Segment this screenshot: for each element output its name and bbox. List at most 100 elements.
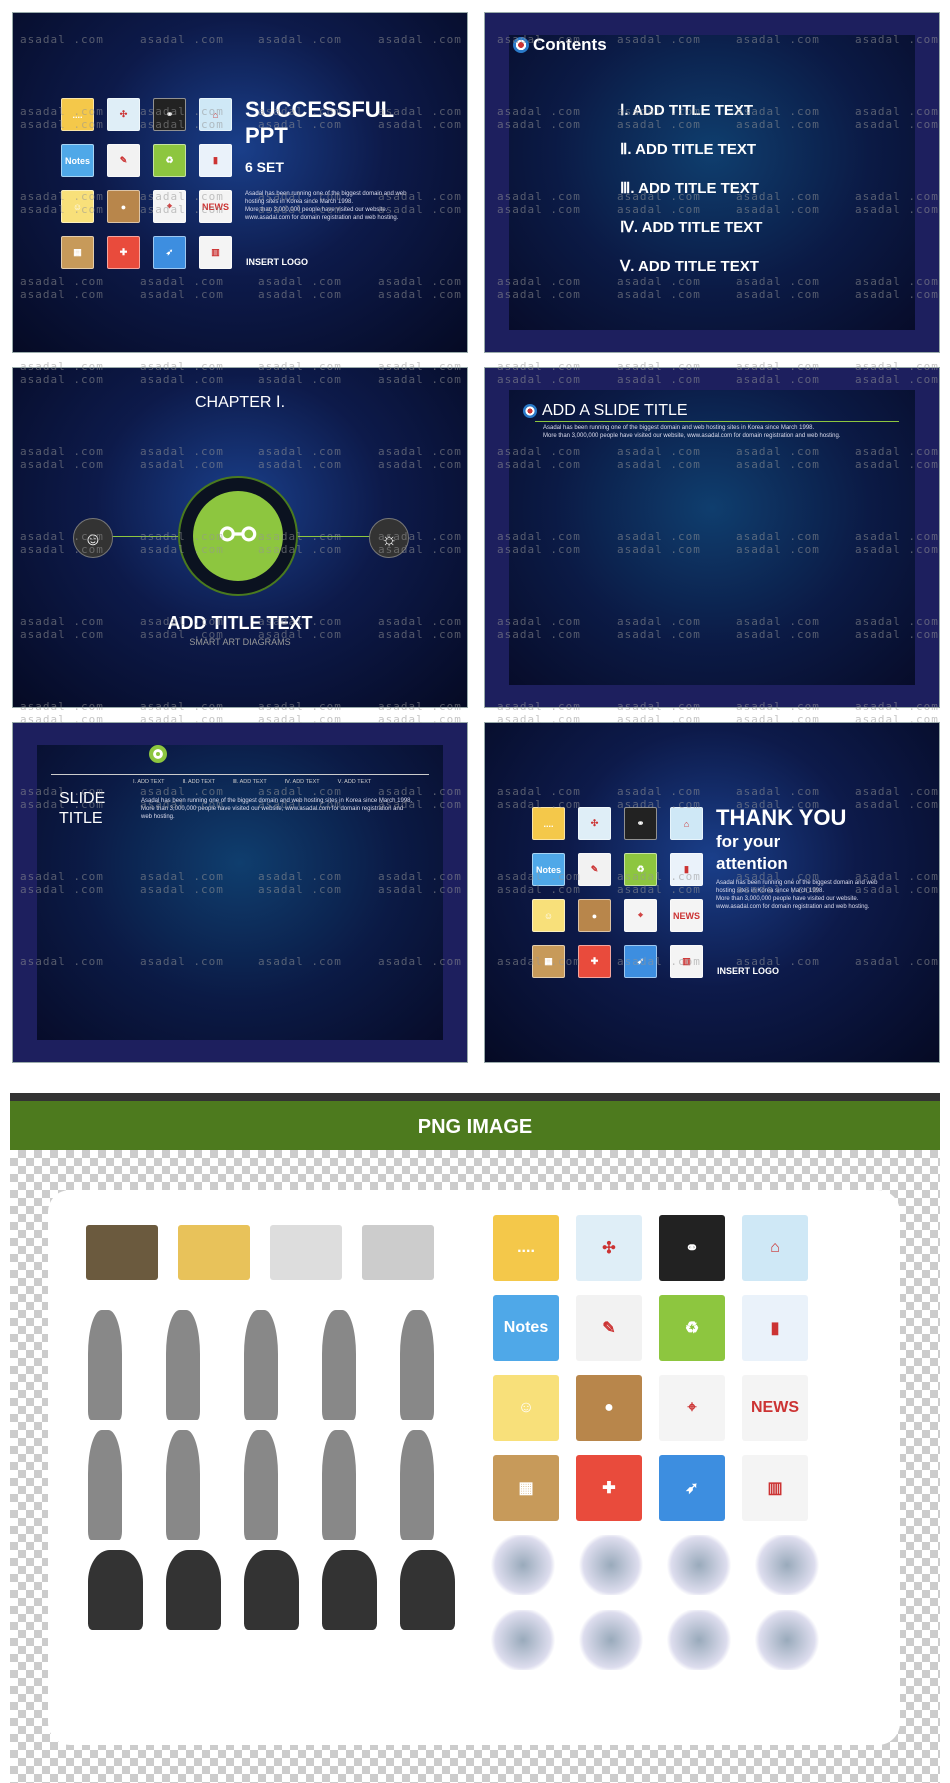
education-scroll-icon [270, 1225, 342, 1280]
notes-icon: Notes [532, 853, 565, 886]
contents-item[interactable]: Ⅰ. ADD TITLE TEXT [620, 91, 762, 130]
person-speech-icon: ☺ [73, 518, 113, 558]
map-icon: ⌖ [153, 190, 186, 223]
businessman-silhouette-icon [322, 1310, 356, 1420]
icon-grid: .... ✣ ⚭ ⌂ Notes ✎ ♻ ▮ ☺ ● ⌖ NEWS ▦ ✚ ➶ ▥ [532, 807, 703, 978]
compass-icon: ➶ [624, 945, 657, 978]
sticky-note-smiley-icon: ☺ [493, 1375, 559, 1441]
open-book-icon [488, 1610, 558, 1670]
body-text: Asadal has been running one of the bigge… [716, 880, 878, 910]
slide-heading: THANK YOU [716, 805, 847, 830]
faq-chalkboard-icon [86, 1225, 158, 1280]
businessman-silhouette-icon [400, 1310, 434, 1420]
businessman-silhouette-icon [400, 1430, 434, 1540]
slide-heading: ADD TITLE TEXT [167, 613, 313, 633]
house-icon: ⌂ [199, 98, 232, 131]
subheading: for your attention [716, 832, 788, 873]
contents-item[interactable]: Ⅴ. ADD TITLE TEXT [620, 247, 762, 286]
bar-chart-medal-icon: ▥ [670, 945, 703, 978]
timeline-step[interactable]: Ⅲ. ADD TEXT [233, 779, 267, 785]
book-alarm-clock-icon [362, 1225, 434, 1280]
bookshelf-icon: ▦ [493, 1455, 559, 1521]
compass-icon: ➶ [659, 1455, 725, 1521]
house-icon: ⌂ [742, 1215, 808, 1281]
subtitle: SMART ART DIAGRAMS [189, 637, 291, 647]
lightbulb-globe-icon [664, 1610, 734, 1670]
slide-contents[interactable]: Contents Ⅰ. ADD TITLE TEXT Ⅱ. ADD TITLE T… [484, 12, 940, 353]
notes-icon: Notes [61, 144, 94, 177]
contents-list: Ⅰ. ADD TITLE TEXT Ⅱ. ADD TITLE TEXT Ⅲ. ADD… [620, 91, 762, 286]
3d-bar-chart-icon [576, 1535, 646, 1595]
businessman-silhouette-icon [88, 1310, 122, 1420]
slide-thank-you[interactable]: .... ✣ ⚭ ⌂ Notes ✎ ♻ ▮ ☺ ● ⌖ NEWS ▦ ✚ ➶ ▥ THANK YOU for… [484, 722, 940, 1063]
heading-line: PPT [245, 123, 288, 148]
insert-logo: INSERT LOGO [717, 966, 780, 976]
paint-roller-icon: ▮ [670, 853, 703, 886]
slide-heading: SLIDE TITLE [59, 790, 106, 827]
molecule-icon: ⚭ [624, 807, 657, 840]
businessman-silhouette-icon [400, 1550, 455, 1630]
target-icon [523, 404, 537, 418]
timeline-steps: Ⅰ. ADD TEXT Ⅱ. ADD TEXT Ⅲ. ADD TEXT Ⅳ. ADD … [133, 779, 371, 785]
stairs-success-icon [752, 1535, 822, 1595]
colored-pencils-icon [178, 1225, 250, 1280]
slide-heading: ADD A SLIDE TITLE [523, 402, 688, 420]
title-rule [535, 421, 899, 422]
timeline-step[interactable]: Ⅴ. ADD TEXT [338, 779, 372, 785]
contents-item[interactable]: Ⅳ. ADD TITLE TEXT [620, 208, 762, 247]
notebook-pencil-icon: ✎ [578, 853, 611, 886]
notes-icon: Notes [493, 1295, 559, 1361]
slide-chapter[interactable]: CHAPTER Ⅰ. ☺ ☼ ⚯ ADD TITLE TEXT SMART AR… [12, 367, 468, 708]
house-icon: ⌂ [670, 807, 703, 840]
puzzle-icon: ✚ [576, 1455, 642, 1521]
businessman-silhouette-icon [166, 1550, 221, 1630]
mail-icon: .... [532, 807, 565, 840]
contents-item[interactable]: Ⅲ. ADD TITLE TEXT [620, 169, 762, 208]
paint-roller-icon: ▮ [199, 144, 232, 177]
timeline-step[interactable]: Ⅳ. ADD TEXT [285, 779, 320, 785]
businessman-silhouette-icon [88, 1550, 143, 1630]
pinwheel-icon: ✣ [107, 98, 140, 131]
molecule-icon: ⚭ [659, 1215, 725, 1281]
bar-chart-medal-icon: ▥ [199, 236, 232, 269]
globe-icon [576, 1610, 646, 1670]
person-idea-icon: ☼ [369, 518, 409, 558]
timeline-marker-icon [149, 745, 167, 763]
coffee-cup-icon: ● [107, 190, 140, 223]
timeline-step[interactable]: Ⅱ. ADD TEXT [182, 779, 215, 785]
body-text: Asadal has been running one of the bigge… [543, 425, 841, 439]
growth-arrow-icon [664, 1535, 734, 1595]
slide-content[interactable]: ADD A SLIDE TITLE Asadal has been runnin… [484, 367, 940, 708]
coffee-cup-icon: ● [578, 899, 611, 932]
news-icon: NEWS [670, 899, 703, 932]
share-network-icon: ⚯ [193, 491, 283, 581]
recycle-icon: ♻ [153, 144, 186, 177]
bookshelf-icon: ▦ [61, 236, 94, 269]
businessman-silhouette-icon [88, 1430, 122, 1540]
businessman-silhouette-icon [166, 1310, 200, 1420]
png-preview-panel: .... ✣ ⚭ ⌂ Notes ✎ ♻ ▮ ☺ ● ⌖ NEWS ▦ ✚ ➶ ▥ [48, 1190, 900, 1745]
city-island-icon [488, 1535, 558, 1595]
timeline-step[interactable]: Ⅰ. ADD TEXT [133, 779, 164, 785]
news-icon: NEWS [742, 1375, 808, 1441]
slide-timeline[interactable]: Ⅰ. ADD TEXT Ⅱ. ADD TEXT Ⅲ. ADD TEXT Ⅳ. ADD … [12, 722, 468, 1063]
slide-title[interactable]: .... ✣ ⚭ ⌂ Notes ✎ ♻ ▮ ☺ ● ⌖ NEWS ▦ ✚ ➶ ▥ SUCCESSFUL PPT… [12, 12, 468, 353]
businessman-silhouette-icon [322, 1550, 377, 1630]
chapter-label: CHAPTER Ⅰ. [194, 394, 286, 411]
contents-heading: Contents [513, 35, 607, 55]
body-text: Asadal has been running one of the bigge… [245, 191, 407, 221]
notebook-pencil-icon: ✎ [576, 1295, 642, 1361]
icon-grid: .... ✣ ⚭ ⌂ Notes ✎ ♻ ▮ ☺ ● ⌖ NEWS ▦ ✚ ➶ ▥ [61, 98, 232, 269]
coffee-cup-icon: ● [576, 1375, 642, 1441]
recycle-icon: ♻ [624, 853, 657, 886]
subtitle: 6 SET [245, 159, 284, 175]
puzzle-icon: ✚ [107, 236, 140, 269]
compass-icon: ➶ [153, 236, 186, 269]
paint-roller-icon: ▮ [742, 1295, 808, 1361]
insert-logo: INSERT LOGO [246, 257, 309, 267]
heading-line: SUCCESSFUL [245, 97, 395, 122]
section-header: PNG IMAGE [10, 1093, 940, 1150]
contents-item[interactable]: Ⅱ. ADD TITLE TEXT [620, 130, 762, 169]
target-icon [513, 37, 529, 53]
bookshelf-icon: ▦ [532, 945, 565, 978]
